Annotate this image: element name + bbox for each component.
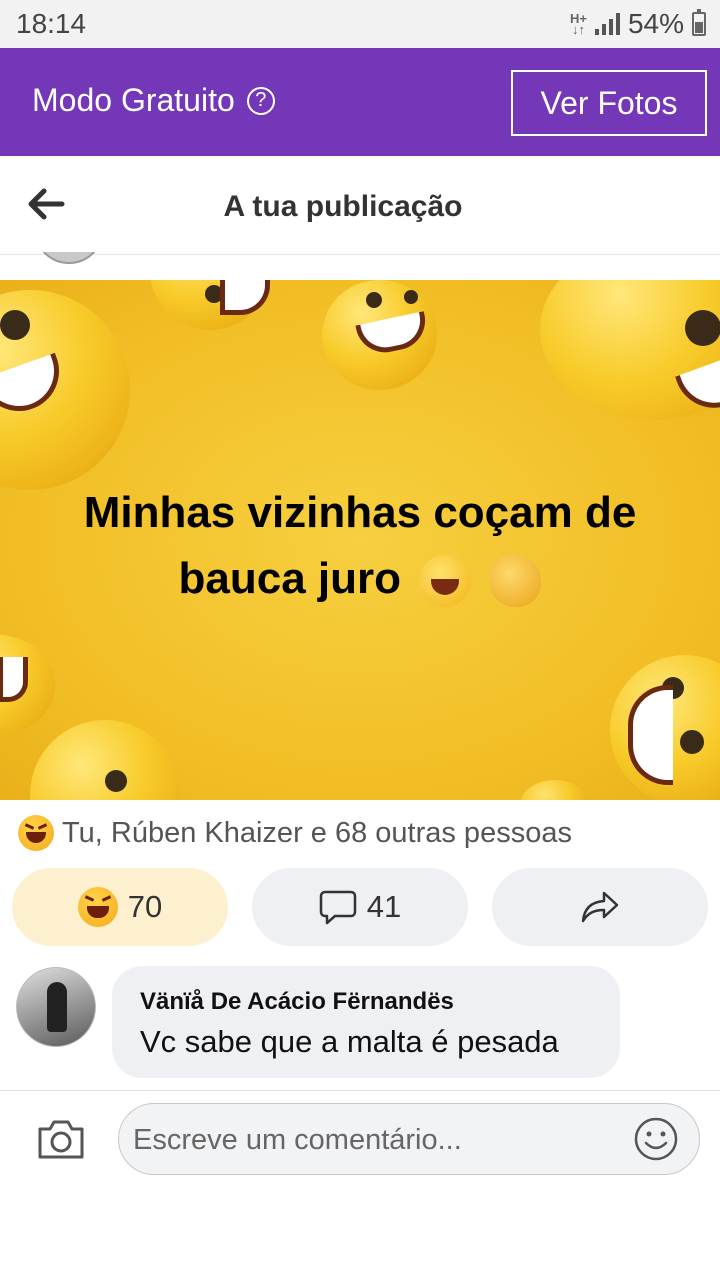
smiley-decoration: [0, 290, 130, 490]
post-text: Minhas vizinhas coçam de bauca juro: [0, 480, 720, 612]
question-circle-icon[interactable]: ?: [246, 86, 275, 115]
smiley-decoration: [150, 280, 270, 330]
share-button[interactable]: [492, 868, 708, 946]
comment-composer-bar: [0, 1090, 720, 1191]
smiley-icon[interactable]: [633, 1116, 679, 1162]
post-text-line1: Minhas vizinhas coçam de: [83, 488, 637, 537]
smiley-decoration: [322, 280, 437, 390]
comment-icon: [319, 890, 356, 925]
smiley-decoration: [30, 720, 180, 800]
comment-button[interactable]: 41: [252, 868, 468, 946]
smiley-decoration: [520, 780, 590, 800]
reactions-summary[interactable]: Tu, Rúben Khaizer e 68 outras pessoas: [18, 815, 572, 851]
ok-hand-emoji: [489, 555, 542, 608]
smiley-decoration: [0, 635, 55, 735]
status-time: 18:14: [16, 8, 87, 39]
signal-icon: [594, 13, 620, 35]
comment-bubble[interactable]: Vänïå De Acácio Fërnandës Vc sabe que a …: [112, 966, 620, 1078]
page-header: A tua publicação: [0, 156, 720, 255]
post-image[interactable]: Minhas vizinhas coçam de bauca juro: [0, 280, 720, 800]
rolling-laughing-emoji: [419, 555, 472, 608]
comment-text: Vc sabe que a malta é pesada: [140, 1024, 559, 1059]
free-mode-label-group[interactable]: Modo Gratuito ?: [32, 82, 275, 119]
free-mode-banner: Modo Gratuito ? Ver Fotos: [0, 48, 720, 156]
reactions-summary-text: Tu, Rúben Khaizer e 68 outras pessoas: [62, 816, 572, 849]
status-icons: H+ ↓↑ 54%: [570, 8, 706, 40]
page-title: A tua publicação: [223, 190, 463, 223]
free-mode-label: Modo Gratuito: [32, 82, 235, 118]
comment-author[interactable]: Vänïå De Acácio Fërnandës: [140, 988, 454, 1016]
haha-icon: [18, 815, 54, 851]
smiley-decoration: [540, 280, 720, 420]
camera-icon[interactable]: [36, 1117, 86, 1161]
share-icon: [581, 891, 619, 923]
comment-input[interactable]: [131, 1114, 615, 1166]
haha-icon: [77, 887, 118, 927]
author-avatar-partial[interactable]: [34, 252, 104, 264]
comment-input-container: [118, 1103, 700, 1175]
battery-icon: [692, 9, 706, 36]
comment-count: 41: [366, 889, 402, 924]
smiley-decoration: [610, 655, 720, 800]
haha-count: 70: [127, 889, 163, 924]
haha-reaction-button[interactable]: 70: [12, 868, 228, 946]
ver-fotos-button[interactable]: Ver Fotos: [511, 70, 707, 136]
network-icon: H+ ↓↑: [569, 11, 587, 37]
status-bar: 18:14 H+ ↓↑ 54%: [0, 0, 720, 48]
post-text-line2: bauca juro: [178, 554, 402, 603]
commenter-avatar[interactable]: [16, 967, 96, 1047]
battery-percent: 54%: [627, 8, 684, 39]
